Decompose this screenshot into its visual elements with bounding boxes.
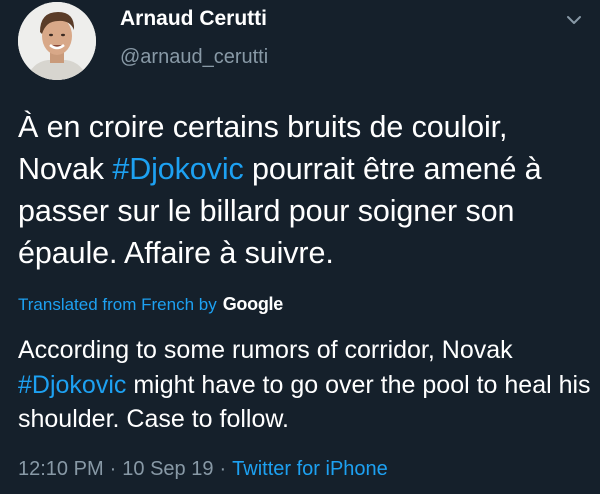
author-handle[interactable]: @arnaud_cerutti xyxy=(120,46,268,69)
separator: · xyxy=(109,458,117,480)
tweet-date[interactable]: 10 Sep 19 xyxy=(122,458,213,480)
author-display-name[interactable]: Arnaud Cerutti xyxy=(120,7,267,31)
hashtag-link[interactable]: #Djokovic xyxy=(18,371,126,399)
translated-text: According to some rumors of corridor, No… xyxy=(18,333,593,437)
tweet-meta: 12:10 PM · 10 Sep 19 · Twitter for iPhone xyxy=(18,458,388,481)
translation-label: Translated from French by xyxy=(18,295,217,314)
tweet-source-link[interactable]: Twitter for iPhone xyxy=(232,458,388,480)
separator: · xyxy=(219,458,227,480)
translation-attribution[interactable]: Translated from French by Google xyxy=(18,294,283,315)
tweet-card: Arnaud Cerutti @arnaud_cerutti À en croi… xyxy=(0,0,600,494)
google-logo: Google xyxy=(222,294,284,314)
avatar-photo xyxy=(18,2,96,80)
tweet-text: À en croire certains bruits de couloir, … xyxy=(18,106,593,274)
chevron-down-icon[interactable] xyxy=(562,10,586,30)
avatar[interactable] xyxy=(18,2,96,80)
hashtag-link[interactable]: #Djokovic xyxy=(112,152,243,186)
tweet-time[interactable]: 12:10 PM xyxy=(18,458,104,480)
translated-text-part: According to some rumors of corridor, No… xyxy=(18,336,513,364)
